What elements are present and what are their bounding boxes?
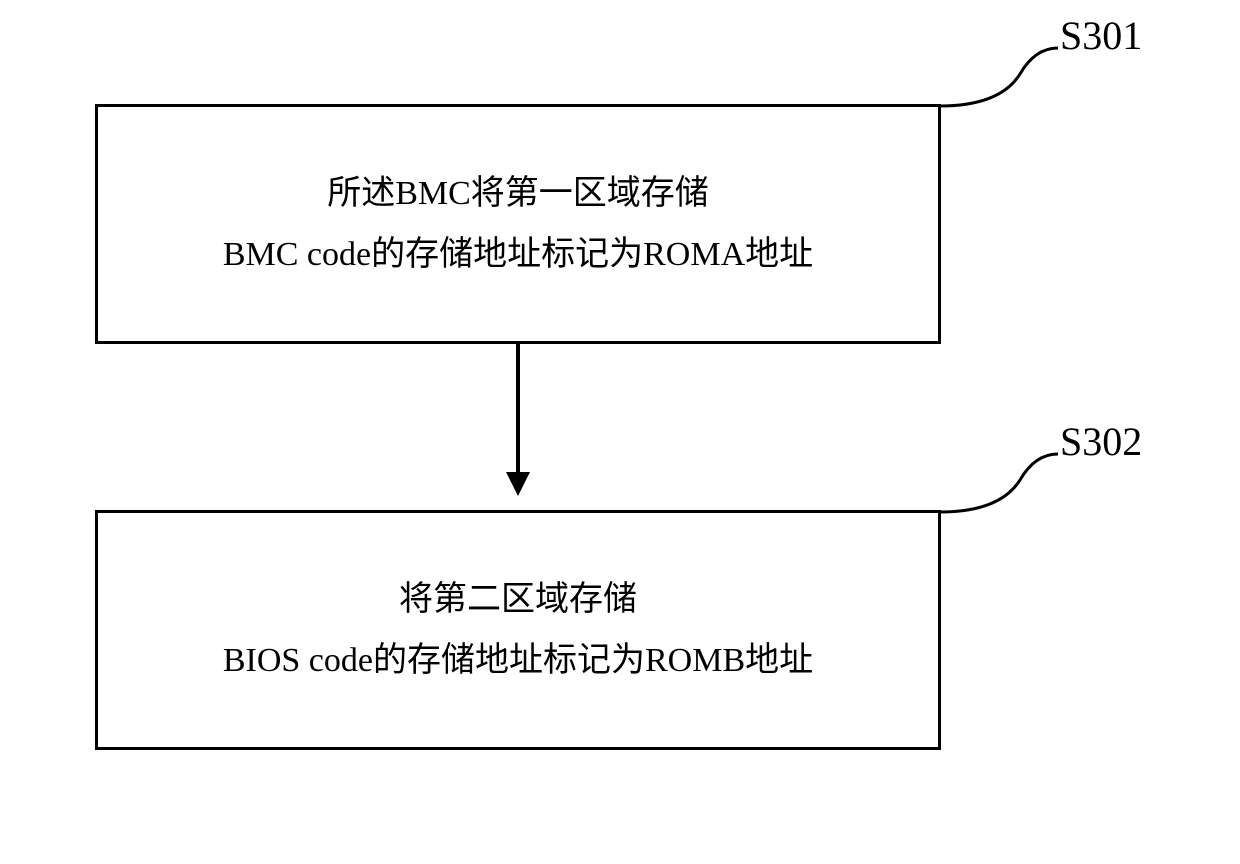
step-s301-line1: 所述BMC将第一区域存储: [327, 163, 709, 224]
step-s301-line2: BMC code的存储地址标记为ROMA地址: [223, 224, 813, 285]
step-label-s301: S301: [1060, 12, 1142, 59]
callout-s302: [940, 448, 1060, 518]
arrow-shaft: [516, 344, 520, 474]
step-label-s302: S302: [1060, 418, 1142, 465]
flowchart-canvas: S301 所述BMC将第一区域存储 BMC code的存储地址标记为ROMA地址…: [0, 0, 1240, 864]
step-box-s302: 将第二区域存储 BIOS code的存储地址标记为ROMB地址: [95, 510, 941, 750]
arrow-head-down-icon: [506, 472, 530, 496]
callout-s301: [940, 42, 1060, 112]
step-box-s301: 所述BMC将第一区域存储 BMC code的存储地址标记为ROMA地址: [95, 104, 941, 344]
step-s302-line2: BIOS code的存储地址标记为ROMB地址: [223, 630, 813, 691]
step-s302-line1: 将第二区域存储: [399, 569, 637, 630]
